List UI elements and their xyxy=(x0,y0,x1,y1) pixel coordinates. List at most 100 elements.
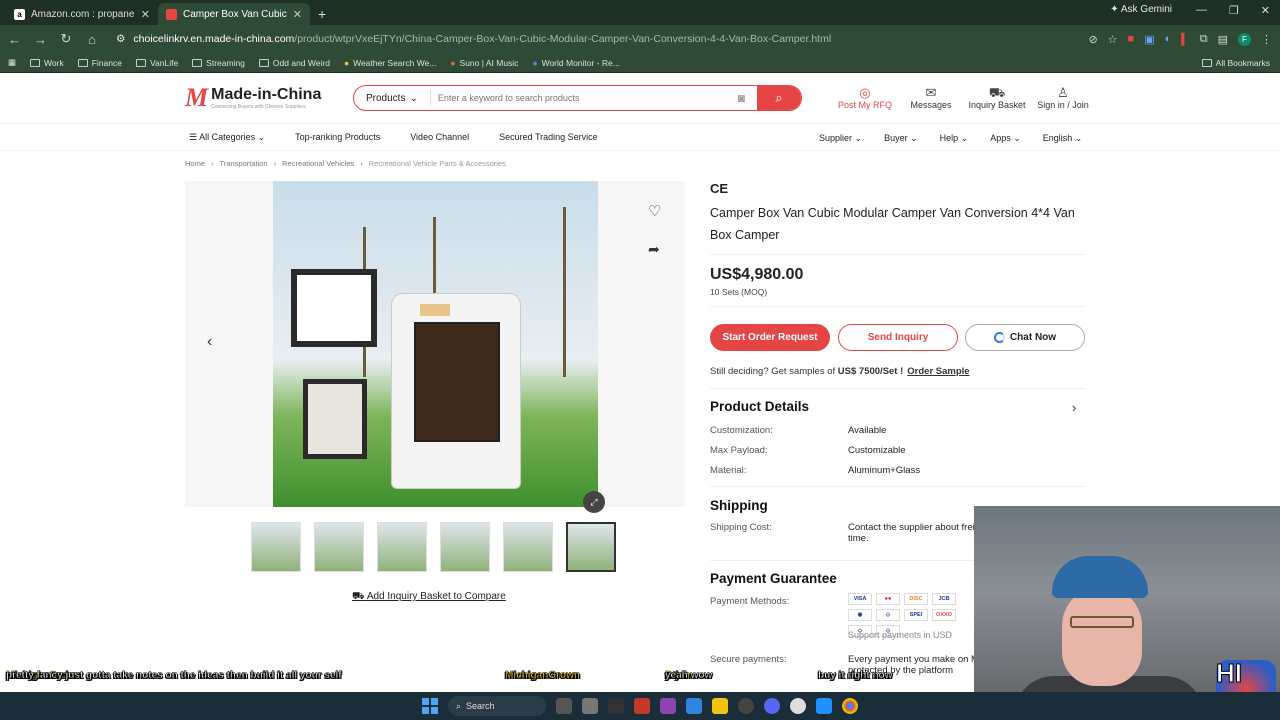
bookmark-streaming[interactable]: Streaming xyxy=(192,58,245,68)
thumbnail[interactable] xyxy=(251,522,301,572)
extension-icon[interactable]: ◐ xyxy=(1165,33,1172,45)
thumbnail[interactable] xyxy=(440,522,490,572)
eye-off-icon[interactable]: ⊘ xyxy=(1088,33,1097,46)
product-main-image[interactable] xyxy=(273,181,598,507)
site-info-icon[interactable]: ⚙ xyxy=(116,33,125,45)
thumbnail[interactable] xyxy=(377,522,427,572)
settings-icon[interactable] xyxy=(582,698,598,714)
file-explorer-icon[interactable] xyxy=(712,698,728,714)
thumbnail[interactable] xyxy=(314,522,364,572)
forward-icon[interactable]: → xyxy=(34,32,47,47)
bookmark-finance[interactable]: Finance xyxy=(77,58,122,68)
menu-icon[interactable]: ⋮ xyxy=(1261,33,1272,46)
apps-grid-icon[interactable]: ▦ xyxy=(8,57,16,68)
taskbar-search[interactable]: ⌕ Search xyxy=(448,696,546,716)
bookmark-label: Odd and Weird xyxy=(272,57,330,68)
order-sample-link[interactable]: Order Sample xyxy=(907,366,969,377)
thumbnail[interactable] xyxy=(503,522,553,572)
bookmark-vanlife[interactable]: VanLife xyxy=(135,58,178,68)
share-icon[interactable]: ➦ xyxy=(648,241,660,258)
close-tab-icon[interactable]: ✕ xyxy=(141,8,150,21)
all-categories-menu[interactable]: ☰ All Categories ⌄ xyxy=(189,132,265,143)
discord-icon[interactable] xyxy=(764,698,780,714)
secured-trading-link[interactable]: Secured Trading Service xyxy=(499,132,598,142)
window-controls: — ❐ ✕ xyxy=(1196,4,1270,17)
app-icon[interactable] xyxy=(634,698,650,714)
bookmark-label: World Monitor - Re... xyxy=(541,57,620,68)
sign-in-link[interactable]: ♙ Sign in / Join xyxy=(1030,85,1096,110)
messages-link[interactable]: ✉ Messages xyxy=(898,85,964,110)
search-category-select[interactable]: Products ⌄ xyxy=(354,90,431,106)
close-tab-icon[interactable]: ✕ xyxy=(293,8,302,21)
previous-image-icon[interactable]: ‹ xyxy=(207,333,225,353)
search-button[interactable]: ⌕ xyxy=(757,86,801,110)
language-menu[interactable]: English ⌄ xyxy=(1043,133,1083,144)
new-tab-icon[interactable]: + xyxy=(310,6,334,25)
favorite-heart-icon[interactable]: ♡ xyxy=(648,202,661,220)
inquiry-basket-link[interactable]: ⛟ Inquiry Basket xyxy=(964,85,1030,110)
add-inquiry-basket-link[interactable]: ⛟ Add Inquiry Basket to Compare xyxy=(352,591,506,604)
notepad-icon[interactable] xyxy=(686,698,702,714)
tab-amazon[interactable]: a Amazon.com : propane fridge ✕ xyxy=(6,3,158,25)
sidebar-icon[interactable]: ▤ xyxy=(1218,33,1228,46)
breadcrumb-rv-parts[interactable]: Recreational Vehicle Parts & Accessories xyxy=(369,159,506,168)
secure-payments-text: Every payment you make on M xyxy=(848,654,979,665)
help-label: Help xyxy=(939,133,959,143)
translate-icon[interactable]: ▣ xyxy=(1144,33,1154,46)
top-ranking-link[interactable]: Top-ranking Products xyxy=(295,132,380,142)
search-bar: Products⌄ ◙ ⌕ xyxy=(353,85,802,111)
buyer-menu[interactable]: Buyer ⌄ xyxy=(884,133,918,144)
camera-icon[interactable]: ◙ xyxy=(738,91,745,105)
camper-box-module xyxy=(291,269,377,347)
bookmark-work[interactable]: Work xyxy=(30,58,64,68)
task-view-icon[interactable] xyxy=(556,698,572,714)
bookmark-weather[interactable]: ● Weather Search We... xyxy=(344,58,436,68)
extension-icon[interactable]: ■ xyxy=(1128,33,1135,45)
breadcrumb-transportation[interactable]: Transportation xyxy=(220,159,268,168)
puzzle-icon[interactable]: ⧉ xyxy=(1200,33,1208,46)
app-icon[interactable] xyxy=(738,698,754,714)
video-channel-link[interactable]: Video Channel xyxy=(410,132,469,142)
detail-value: Aluminum+Glass xyxy=(848,465,921,476)
bookmark-odd-and-weird[interactable]: Odd and Weird xyxy=(258,57,330,68)
search-input[interactable] xyxy=(430,93,738,103)
made-in-china-logo[interactable]: M Made-in-China Connecting Buyers with Ch… xyxy=(185,83,321,113)
windows-start-icon[interactable] xyxy=(422,698,438,714)
chatgpt-icon[interactable] xyxy=(790,698,806,714)
back-icon[interactable]: ← xyxy=(8,32,21,47)
extension-icon[interactable]: ▍ xyxy=(1181,33,1189,46)
subnav-right: Supplier ⌄ Buyer ⌄ Help ⌄ Apps ⌄ English… xyxy=(819,133,1082,144)
post-rfq-link[interactable]: ◎ Post My RFQ xyxy=(832,85,898,110)
samples-price: US$ 7500/Set ! xyxy=(837,366,904,377)
home-icon[interactable]: ⌂ xyxy=(86,32,98,47)
chevron-right-icon[interactable]: › xyxy=(1072,400,1076,415)
chat-now-button[interactable]: Chat Now xyxy=(965,324,1085,351)
apps-menu[interactable]: Apps ⌄ xyxy=(990,133,1021,144)
maximize-icon[interactable]: ❐ xyxy=(1229,4,1239,17)
tab-made-in-china[interactable]: Camper Box Van Cubic Modular ✕ xyxy=(158,3,310,25)
close-window-icon[interactable]: ✕ xyxy=(1261,4,1270,17)
profile-avatar[interactable]: F xyxy=(1238,32,1251,46)
bookmark-world-monitor[interactable]: ● World Monitor - Re... xyxy=(532,58,619,68)
help-menu[interactable]: Help ⌄ xyxy=(940,133,969,144)
ask-gemini-button[interactable]: ✦ Ask Gemini xyxy=(1110,4,1172,15)
bookmark-star-icon[interactable]: ☆ xyxy=(1108,33,1118,46)
bookmark-suno[interactable]: ● Suno | AI Music xyxy=(450,58,518,68)
start-order-request-button[interactable]: Start Order Request xyxy=(710,324,830,351)
expand-icon[interactable]: ⤢ xyxy=(583,491,605,513)
send-inquiry-button[interactable]: Send Inquiry xyxy=(838,324,958,351)
reload-icon[interactable]: ↻ xyxy=(60,31,72,47)
chevron-right-icon: › xyxy=(360,159,363,168)
url-field[interactable]: ⚙ choicelinkrv.en.made-in-china.com/prod… xyxy=(116,33,1074,45)
chrome-icon[interactable] xyxy=(842,698,858,714)
app-icon[interactable] xyxy=(608,698,624,714)
app-icon[interactable] xyxy=(816,698,832,714)
supplier-menu[interactable]: Supplier ⌄ xyxy=(819,133,862,144)
breadcrumb-home[interactable]: Home xyxy=(185,159,205,168)
shipping-cost-text: Contact the supplier about frei xyxy=(848,522,975,533)
app-icon[interactable] xyxy=(660,698,676,714)
breadcrumb-recreational-vehicles[interactable]: Recreational Vehicles xyxy=(282,159,354,168)
all-bookmarks[interactable]: All Bookmarks xyxy=(1201,58,1270,68)
thumbnail-selected[interactable] xyxy=(566,522,616,572)
minimize-icon[interactable]: — xyxy=(1196,4,1207,17)
